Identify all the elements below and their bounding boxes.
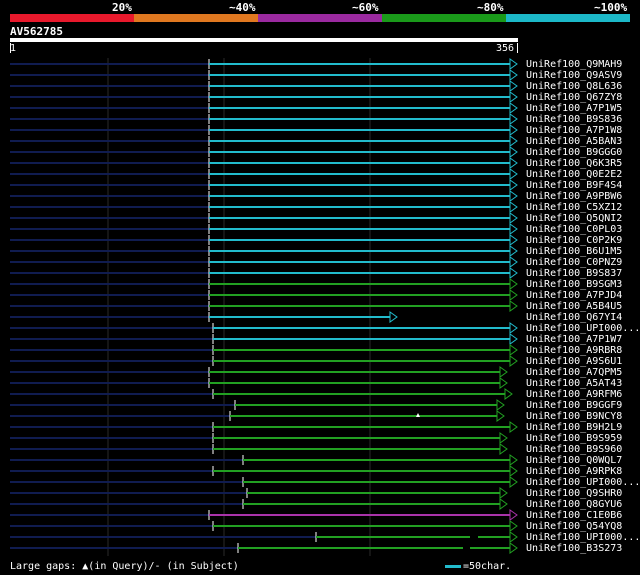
hit-name: UniRef100_B6U1M5 (526, 246, 622, 257)
hit-name: UniRef100_A5AT43 (526, 378, 622, 389)
hit-arrow-head (509, 476, 518, 488)
hit-name: UniRef100_Q0WQL7 (526, 455, 622, 466)
hit-name: UniRef100_A7P1W7 (526, 334, 622, 345)
hit-arrow-head (389, 311, 398, 323)
hit-arrow-head (509, 454, 518, 466)
hit-arrow-head (499, 498, 508, 510)
hit-name: UniRef100_Q9SHR0 (526, 488, 622, 499)
hit-name: UniRef100_B9S836 (526, 114, 622, 125)
hit-name: UniRef100_A9PBW6 (526, 191, 622, 202)
hit-name: UniRef100_B3S273 (526, 543, 622, 554)
hit-arrow-head (509, 267, 518, 279)
hit-name: UniRef100_Q0E2E2 (526, 169, 622, 180)
hit-arrow-head (509, 465, 518, 477)
hit-name: UniRef100_UPI000... (526, 323, 640, 334)
hit-arrow-head (509, 333, 518, 345)
hit-arrow-head (509, 58, 518, 70)
hit-name: UniRef100_Q9ASV9 (526, 70, 622, 81)
hit-name: UniRef100_A7PJD4 (526, 290, 622, 301)
hit-name: UniRef100_UPI000... (526, 532, 640, 543)
hit-arrow-head (509, 146, 518, 158)
hit-arrow-head (509, 234, 518, 246)
hit-name: UniRef100_Q67ZY8 (526, 92, 622, 103)
hit-arrow-head (509, 190, 518, 202)
hit-name: UniRef100_B9SGM3 (526, 279, 622, 290)
hit-name: UniRef100_A5B4U5 (526, 301, 622, 312)
hit-arrow-head (509, 80, 518, 92)
hit-name: UniRef100_B9NCY8 (526, 411, 622, 422)
hit-arrow-head (496, 399, 505, 411)
hit-arrow-head (509, 278, 518, 290)
hit-name: UniRef100_UPI000... (526, 477, 640, 488)
gaps-legend-label: Large gaps: (10, 561, 77, 572)
hit-arrow-head (499, 432, 508, 444)
hit-arrow-head (509, 201, 518, 213)
hit-arrow-head (509, 542, 518, 554)
gaps-legend-subject-text: (in Subject) (160, 561, 239, 572)
hit-arrow-head (509, 124, 518, 136)
hit-name: UniRef100_B9GGG0 (526, 147, 622, 158)
hit-arrow-head (504, 388, 513, 400)
hit-arrow-head (509, 113, 518, 125)
hit-name: UniRef100_Q54YQ8 (526, 521, 622, 532)
hit-arrow-head (509, 179, 518, 191)
hit-name: UniRef100_Q5QNI2 (526, 213, 622, 224)
scale-legend-text: =50char. (463, 561, 512, 572)
hit-name: UniRef100_B9H2L9 (526, 422, 622, 433)
hit-arrow-head (509, 509, 518, 521)
hit-arrow-head (509, 245, 518, 257)
hit-arrow-head (509, 355, 518, 367)
hit-name: UniRef100_B9S959 (526, 433, 622, 444)
hit-arrow-head (509, 520, 518, 532)
hit-name: UniRef100_A7P1W5 (526, 103, 622, 114)
hit-arrow-head (509, 344, 518, 356)
hit-arrow-head (509, 421, 518, 433)
hit-name: UniRef100_A9RBR8 (526, 345, 622, 356)
hit-arrow-head (509, 212, 518, 224)
hit-name: UniRef100_Q67YI4 (526, 312, 622, 323)
hit-name: UniRef100_B9GGF9 (526, 400, 622, 411)
hit-name: UniRef100_A9RFM6 (526, 389, 622, 400)
hit-name: UniRef100_C5XZ12 (526, 202, 622, 213)
hit-arrow-head (509, 69, 518, 81)
hit-arrow-head (496, 410, 505, 422)
hit-name: UniRef100_A7P1W8 (526, 125, 622, 136)
scale-swatch-icon (445, 564, 461, 568)
hit-arrow-head (509, 168, 518, 180)
hit-name: UniRef100_A5BAN3 (526, 136, 622, 147)
hit-name: UniRef100_A9S6U1 (526, 356, 622, 367)
hit-name: UniRef100_C0P2K9 (526, 235, 622, 246)
hit-name: UniRef100_Q8GYU6 (526, 499, 622, 510)
gaps-legend-query-text: (in Query)/ (88, 561, 155, 572)
hit-arrow-head (499, 377, 508, 389)
hit-name: UniRef100_C0PL03 (526, 224, 622, 235)
hit-arrow-head (499, 366, 508, 378)
hit-name: UniRef100_B9S960 (526, 444, 622, 455)
gaps-legend: Large gaps: ▲(in Query)/- (in Subject) (10, 561, 239, 572)
hit-arrow-head (509, 531, 518, 543)
hit-arrow-head (509, 300, 518, 312)
hit-name: UniRef100_C0PNZ9 (526, 257, 622, 268)
scale-legend: =50char. (445, 561, 511, 572)
hit-alignment-panel: UniRef100_Q9MAH9UniRef100_Q9ASV9UniRef10… (10, 58, 640, 556)
hit-arrow-head (509, 157, 518, 169)
hit-name: UniRef100_Q9MAH9 (526, 59, 622, 70)
hit-arrow-head (499, 443, 508, 455)
hit-arrow-head (499, 487, 508, 499)
hit-name: UniRef100_A9RPK8 (526, 466, 622, 477)
hit-arrow-head (509, 256, 518, 268)
hit-arrow-head (509, 322, 518, 334)
hit-name: UniRef100_Q8L636 (526, 81, 622, 92)
hit-name: UniRef100_A7QPM5 (526, 367, 622, 378)
hit-arrow-head (509, 102, 518, 114)
hit-arrow-head (509, 223, 518, 235)
hit-name: UniRef100_C1E0B6 (526, 510, 622, 521)
hit-arrow-head (509, 135, 518, 147)
hit-arrow-head (509, 91, 518, 103)
hit-name: UniRef100_Q6K3R5 (526, 158, 622, 169)
hit-name: UniRef100_B9S837 (526, 268, 622, 279)
hit-name: UniRef100_B9F4S4 (526, 180, 622, 191)
hit-arrow-head (509, 289, 518, 301)
